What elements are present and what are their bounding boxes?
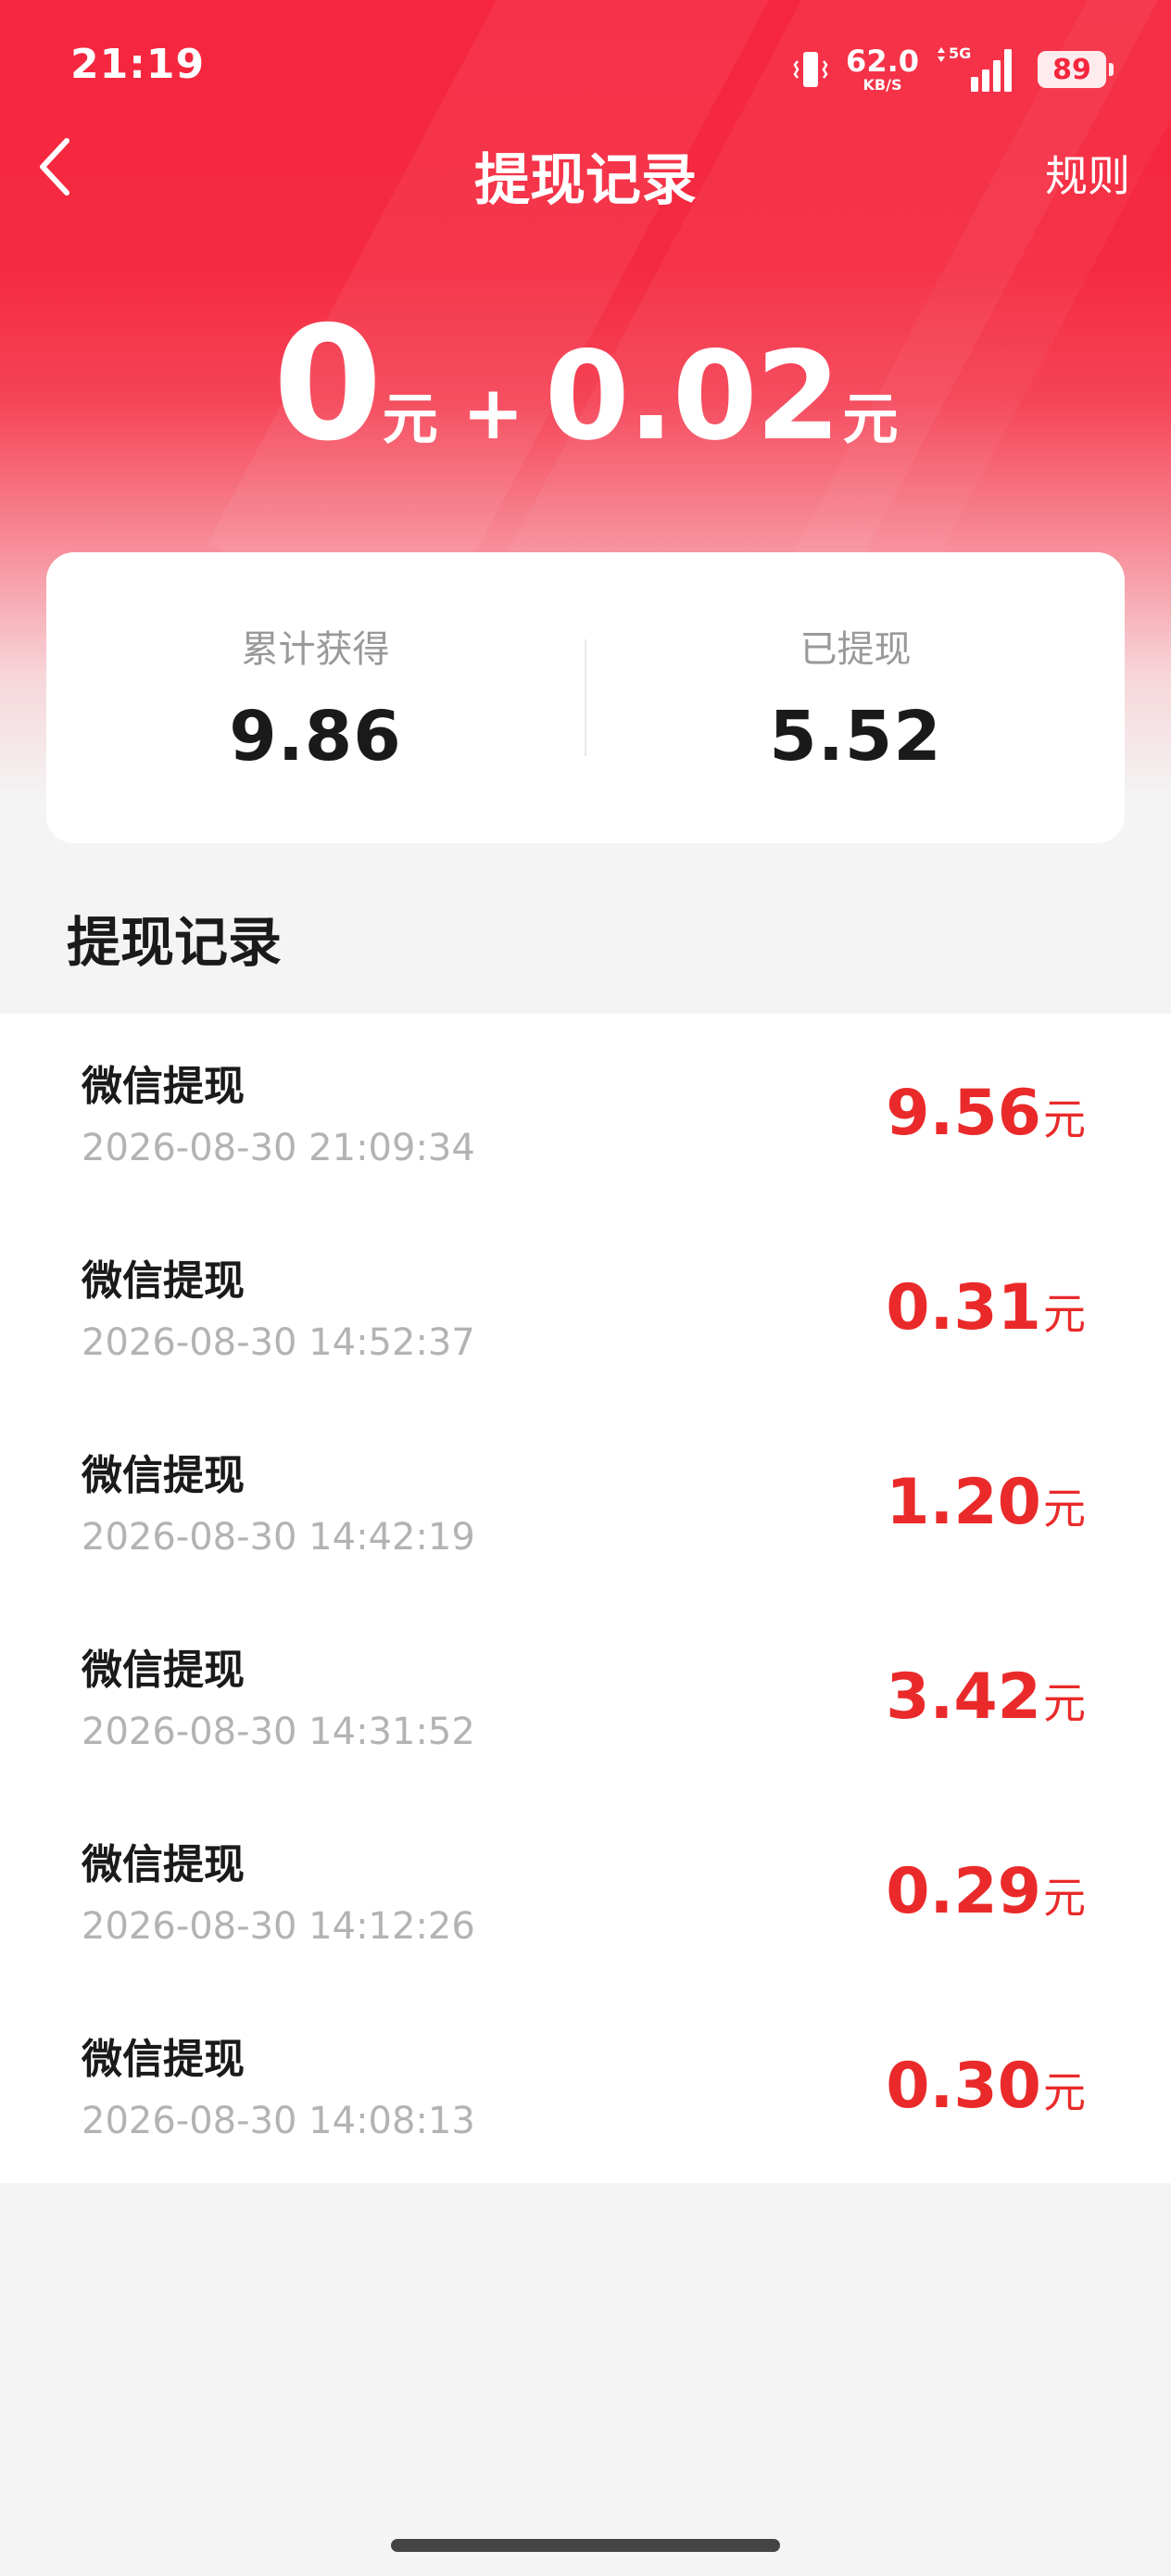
vibrate-icon bbox=[793, 52, 828, 87]
record-amount: 0.31 元 bbox=[886, 1271, 1086, 1345]
home-indicator[interactable] bbox=[391, 2539, 780, 2552]
withdraw-records-page: 21:19 62.0 KB/S 5G 89 提现记录 规则 0 元 + 0.02… bbox=[0, 0, 1171, 2576]
record-time: 2026-08-30 14:12:26 bbox=[82, 1905, 475, 1948]
signal-icon: 5G bbox=[938, 44, 1012, 92]
network-speed-value: 62.0 bbox=[846, 44, 919, 79]
record-item[interactable]: 微信提现 2026-08-30 14:42:19 1.20 元 bbox=[0, 1403, 1171, 1597]
record-amount-unit: 元 bbox=[1043, 1678, 1086, 1728]
balance-display: 0 元 + 0.02 元 bbox=[0, 306, 1171, 463]
record-item[interactable]: 微信提现 2026-08-30 14:08:13 0.30 元 bbox=[0, 1987, 1171, 2181]
record-title: 微信提现 bbox=[82, 1257, 245, 1305]
network-speed-unit: KB/S bbox=[863, 76, 902, 94]
earned-value: 9.86 bbox=[229, 697, 402, 777]
network-speed: 62.0 KB/S bbox=[846, 46, 919, 93]
record-amount-value: 0.30 bbox=[886, 2050, 1041, 2123]
record-amount-unit: 元 bbox=[1043, 2067, 1086, 2117]
record-item[interactable]: 微信提现 2026-08-30 21:09:34 9.56 元 bbox=[0, 1014, 1171, 1208]
battery-icon: 89 bbox=[1038, 51, 1114, 88]
summary-card: 累计获得 9.86 已提现 5.52 bbox=[46, 552, 1125, 843]
status-time: 21:19 bbox=[70, 41, 206, 88]
record-title: 微信提现 bbox=[82, 2036, 245, 2083]
balance-extra-unit: 元 bbox=[842, 387, 899, 452]
battery-level: 89 bbox=[1052, 53, 1091, 86]
records-list: 微信提现 2026-08-30 21:09:34 9.56 元 微信提现 202… bbox=[0, 1014, 1171, 2183]
record-amount-unit: 元 bbox=[1043, 1289, 1086, 1339]
record-amount: 9.56 元 bbox=[886, 1077, 1086, 1150]
record-amount-unit: 元 bbox=[1043, 1094, 1086, 1144]
record-amount-value: 0.29 bbox=[886, 1855, 1041, 1928]
rules-link[interactable]: 规则 bbox=[1045, 143, 1130, 204]
balance-extra-value: 0.02 bbox=[544, 325, 841, 468]
record-item[interactable]: 微信提现 2026-08-30 14:12:26 0.29 元 bbox=[0, 1792, 1171, 1987]
withdrawn-summary: 已提现 5.52 bbox=[586, 619, 1125, 777]
record-amount: 3.42 元 bbox=[886, 1661, 1086, 1734]
record-amount: 1.20 元 bbox=[886, 1466, 1086, 1539]
record-title: 微信提现 bbox=[82, 1063, 245, 1110]
balance-main-unit: 元 bbox=[382, 387, 438, 452]
record-amount: 0.30 元 bbox=[886, 2050, 1086, 2123]
withdrawn-value: 5.52 bbox=[769, 697, 942, 777]
earned-label: 累计获得 bbox=[241, 628, 390, 671]
record-amount: 0.29 元 bbox=[886, 1855, 1086, 1928]
record-amount-value: 1.20 bbox=[886, 1466, 1041, 1539]
record-item[interactable]: 微信提现 2026-08-30 14:52:37 0.31 元 bbox=[0, 1208, 1171, 1403]
record-amount-unit: 元 bbox=[1043, 1484, 1086, 1534]
record-title: 微信提现 bbox=[82, 1452, 245, 1499]
record-time: 2026-08-30 14:31:52 bbox=[82, 1711, 475, 1753]
record-item[interactable]: 微信提现 2026-08-30 14:31:52 3.42 元 bbox=[0, 1597, 1171, 1792]
earned-summary: 累计获得 9.86 bbox=[46, 619, 585, 777]
record-time: 2026-08-30 14:42:19 bbox=[82, 1516, 475, 1559]
record-time: 2026-08-30 14:52:37 bbox=[82, 1321, 475, 1364]
record-title: 微信提现 bbox=[82, 1841, 245, 1888]
records-section-title: 提现记录 bbox=[67, 911, 283, 974]
record-amount-value: 0.31 bbox=[886, 1271, 1041, 1345]
withdrawn-label: 已提现 bbox=[800, 628, 912, 671]
balance-plus-sign: + bbox=[461, 370, 524, 456]
record-amount-value: 9.56 bbox=[886, 1077, 1041, 1150]
record-title: 微信提现 bbox=[82, 1647, 245, 1694]
status-bar: 21:19 62.0 KB/S 5G 89 bbox=[0, 0, 1171, 139]
record-amount-unit: 元 bbox=[1043, 1873, 1086, 1923]
record-time: 2026-08-30 21:09:34 bbox=[82, 1127, 475, 1169]
record-amount-value: 3.42 bbox=[886, 1661, 1041, 1734]
network-type-label: 5G bbox=[949, 44, 971, 62]
page-title: 提现记录 bbox=[474, 148, 697, 213]
balance-main-value: 0 bbox=[272, 293, 382, 476]
status-icons: 62.0 KB/S 5G 89 bbox=[792, 37, 1114, 102]
record-time: 2026-08-30 14:08:13 bbox=[82, 2100, 475, 2142]
